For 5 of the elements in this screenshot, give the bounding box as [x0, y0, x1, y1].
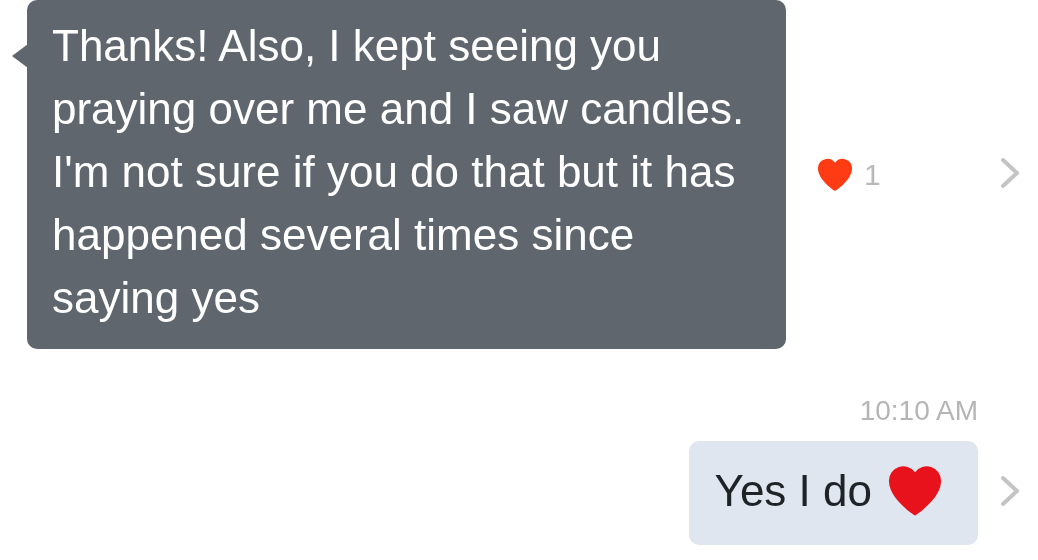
heart-icon[interactable]: [816, 156, 854, 193]
message-text: Thanks! Also, I kept seeing you praying over me and I saw candles. I'm not sure if you do that but it has happened several times since saying yes: [52, 21, 745, 322]
timestamp: 10:10 AM: [859, 395, 978, 426]
reaction-count: 1: [864, 157, 881, 192]
message-text: Yes I do: [714, 466, 872, 516]
